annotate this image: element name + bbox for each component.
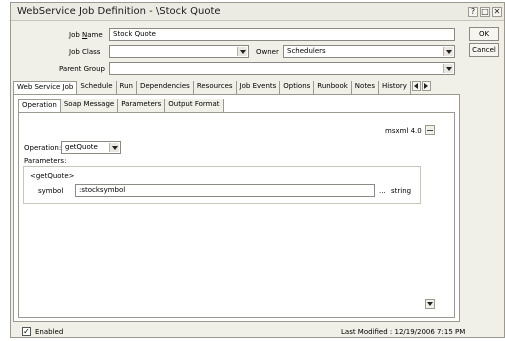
tab-notes[interactable]: Notes (351, 81, 380, 94)
owner-value: Schedulers (287, 47, 326, 55)
tab-scroll-left-icon[interactable] (411, 81, 421, 91)
chevron-down-icon[interactable] (109, 143, 119, 152)
tab-soap-message[interactable]: Soap Message (60, 99, 119, 112)
help-icon[interactable]: ? (468, 7, 478, 17)
tab-parameters[interactable]: Parameters (118, 99, 166, 112)
window-title: WebService Job Definition - \Stock Quote (17, 6, 221, 17)
tab-dependencies[interactable]: Dependencies (136, 81, 194, 94)
job-class-label: Job Class (69, 48, 101, 56)
web-service-job-panel: Operation Soap Message Parameters Output… (13, 94, 460, 322)
owner-select[interactable]: Schedulers (283, 45, 455, 58)
last-modified: Last Modified : 12/19/2006 7:15 PM (341, 328, 466, 336)
title-bar[interactable]: WebService Job Definition - \Stock Quote… (11, 3, 504, 21)
cancel-button[interactable]: Cancel (469, 43, 499, 57)
tab-history[interactable]: History (379, 81, 411, 94)
tab-web-service-job[interactable]: Web Service Job (13, 81, 78, 95)
chevron-down-icon[interactable] (443, 47, 453, 56)
param-symbol-label: symbol (38, 187, 64, 195)
job-definition-window: WebService Job Definition - \Stock Quote… (10, 2, 505, 338)
param-type: string (391, 187, 412, 195)
tab-resources[interactable]: Resources (193, 81, 237, 94)
maximize-icon[interactable]: □ (480, 7, 490, 17)
tab-options[interactable]: Options (280, 81, 315, 94)
tab-schedule[interactable]: Schedule (77, 81, 117, 94)
tab-runbook[interactable]: Runbook (314, 81, 352, 94)
close-icon[interactable]: ✕ (492, 7, 502, 17)
job-name-field[interactable]: Stock Quote (109, 28, 455, 41)
operation-select[interactable]: getQuote (61, 141, 121, 154)
operation-panel: msxml 4.0 Operation: getQuote Parameters… (18, 112, 455, 318)
scroll-up-icon[interactable] (425, 125, 435, 135)
tab-run[interactable]: Run (116, 81, 137, 94)
owner-label: Owner (256, 48, 279, 56)
job-class-select[interactable] (109, 45, 249, 58)
msxml-version: msxml 4.0 (385, 127, 422, 135)
tab-job-events[interactable]: Job Events (236, 81, 281, 94)
sub-tab-strip: Operation Soap Message Parameters Output… (18, 99, 224, 113)
parameters-label: Parameters: (24, 157, 67, 165)
tab-operation[interactable]: Operation (18, 99, 61, 113)
ok-button[interactable]: OK (469, 27, 499, 41)
parent-group-label: Parent Group (59, 65, 105, 73)
operation-label: Operation: (24, 144, 62, 152)
getquote-group: <getQuote> symbol :stocksymbol ... strin… (23, 166, 421, 204)
param-symbol-field[interactable]: :stocksymbol (75, 184, 375, 197)
parent-group-select[interactable] (109, 62, 455, 75)
main-tab-strip: Web Service Job Schedule Run Dependencie… (13, 81, 431, 95)
job-name-label: Job Name (69, 31, 103, 39)
chevron-down-icon[interactable] (443, 64, 453, 73)
scroll-down-icon[interactable] (425, 299, 435, 309)
operation-value: getQuote (65, 143, 98, 151)
tab-output-format[interactable]: Output Format (165, 99, 224, 112)
tab-scroll-right-icon[interactable] (421, 81, 431, 91)
enabled-checkbox[interactable]: ✓ (22, 327, 31, 336)
chevron-down-icon[interactable] (237, 47, 247, 56)
enabled-label: Enabled (35, 328, 64, 336)
browse-button[interactable]: ... (379, 187, 386, 195)
getquote-group-title: <getQuote> (30, 172, 75, 180)
